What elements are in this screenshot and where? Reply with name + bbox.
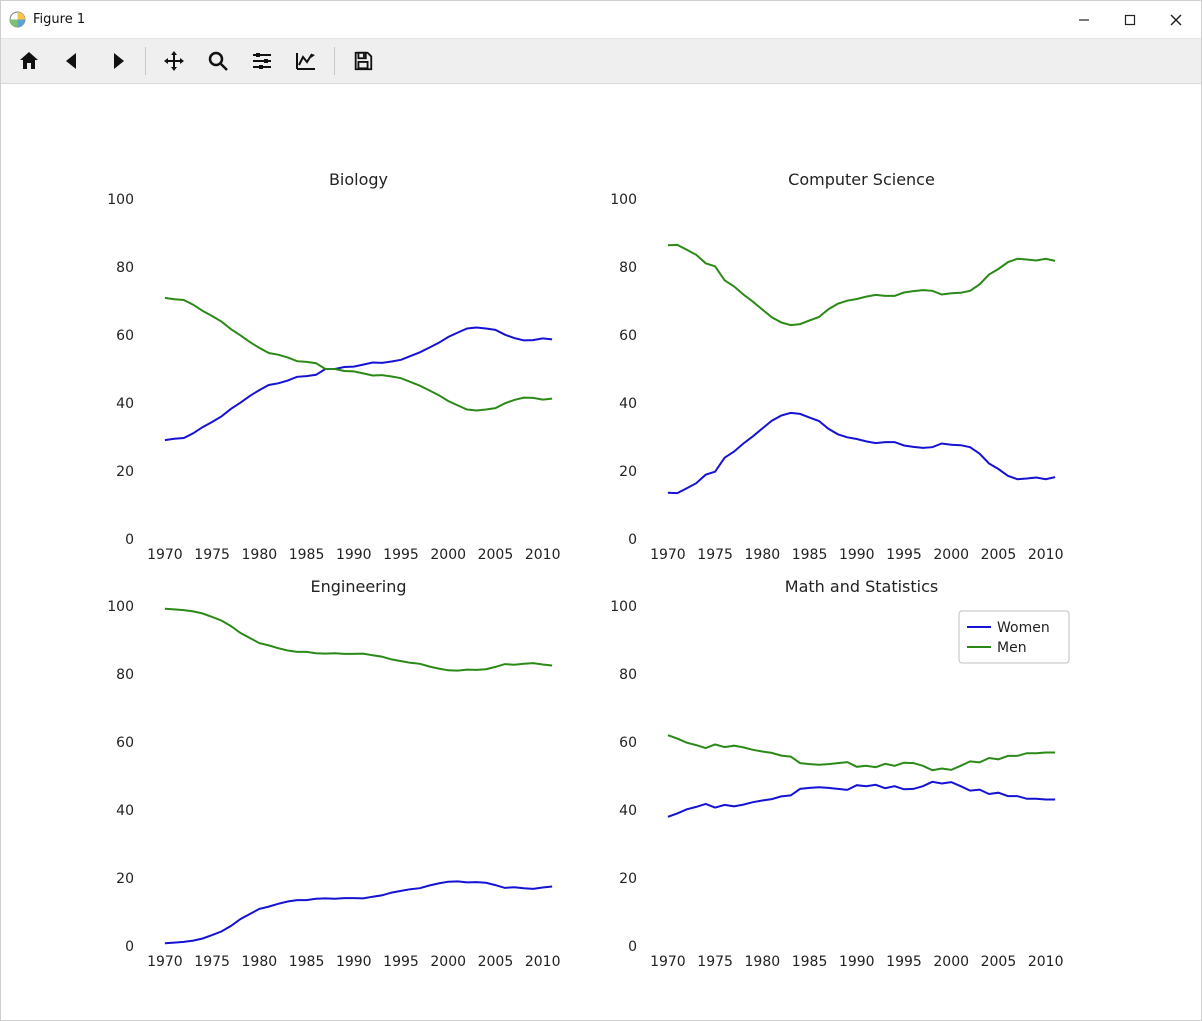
x-tick-label: 1995 bbox=[383, 954, 419, 970]
forward-button[interactable] bbox=[95, 39, 139, 83]
x-tick-label: 2005 bbox=[478, 954, 514, 970]
series-men bbox=[165, 609, 552, 671]
chart-0: Biology 1970 1975 1980 1985 1990 1995 2000 2005 2… bbox=[107, 170, 560, 563]
x-tick-label: 2005 bbox=[478, 547, 514, 563]
series-women bbox=[165, 328, 552, 441]
zoom-button[interactable] bbox=[196, 39, 240, 83]
y-tick-label: 40 bbox=[619, 803, 637, 819]
toolbar-separator bbox=[145, 47, 146, 75]
y-tick-label: 100 bbox=[107, 599, 134, 615]
y-tick-label: 20 bbox=[619, 871, 637, 887]
y-tick-label: 0 bbox=[628, 532, 637, 548]
window-close-button[interactable] bbox=[1153, 1, 1199, 39]
x-tick-label: 1980 bbox=[242, 954, 278, 970]
x-tick-label: 1980 bbox=[242, 547, 278, 563]
x-tick-label: 1990 bbox=[839, 547, 875, 563]
app-icon bbox=[9, 11, 26, 28]
y-tick-label: 0 bbox=[628, 939, 637, 955]
series-men bbox=[668, 735, 1055, 770]
x-tick-label: 1975 bbox=[194, 954, 230, 970]
x-tick-label: 2005 bbox=[981, 547, 1017, 563]
x-tick-label: 2010 bbox=[525, 954, 561, 970]
x-tick-label: 2000 bbox=[933, 954, 969, 970]
chart-title: Engineering bbox=[311, 577, 407, 596]
y-tick-label: 100 bbox=[610, 599, 637, 615]
y-tick-label: 20 bbox=[116, 464, 134, 480]
figure-canvas[interactable]: Biology197019751980198519901995200020052… bbox=[1, 84, 1201, 1020]
series-women bbox=[165, 881, 552, 943]
x-tick-label: 2005 bbox=[981, 954, 1017, 970]
y-tick-label: 80 bbox=[116, 667, 134, 683]
chart-title: Biology bbox=[329, 170, 388, 189]
y-tick-label: 100 bbox=[610, 192, 637, 208]
x-tick-label: 2010 bbox=[1028, 547, 1064, 563]
y-tick-label: 100 bbox=[107, 192, 134, 208]
x-tick-label: 1990 bbox=[839, 954, 875, 970]
x-tick-label: 1995 bbox=[383, 547, 419, 563]
x-tick-label: 2000 bbox=[430, 547, 466, 563]
toolbar-separator bbox=[334, 47, 335, 75]
back-button[interactable] bbox=[51, 39, 95, 83]
configure-subplots-button[interactable] bbox=[240, 39, 284, 83]
window-title: Figure 1 bbox=[33, 12, 85, 27]
series-women bbox=[668, 782, 1055, 817]
x-tick-label: 1985 bbox=[792, 547, 828, 563]
y-tick-label: 20 bbox=[619, 464, 637, 480]
y-tick-label: 40 bbox=[619, 396, 637, 412]
x-tick-label: 2000 bbox=[430, 954, 466, 970]
window-maximize-button[interactable] bbox=[1107, 1, 1153, 39]
save-button[interactable] bbox=[341, 39, 385, 83]
legend-label: Women bbox=[997, 620, 1050, 636]
y-tick-label: 60 bbox=[116, 328, 134, 344]
x-tick-label: 1985 bbox=[289, 547, 325, 563]
x-tick-label: 1970 bbox=[650, 547, 686, 563]
y-tick-label: 80 bbox=[619, 260, 637, 276]
y-tick-label: 20 bbox=[116, 871, 134, 887]
x-tick-label: 1975 bbox=[697, 547, 733, 563]
y-tick-label: 0 bbox=[125, 532, 134, 548]
axis-editor-button[interactable] bbox=[284, 39, 328, 83]
x-tick-label: 2010 bbox=[1028, 954, 1064, 970]
chart-2: Engineering 1970 1975 1980 1985 1990 1995 2000 2… bbox=[107, 577, 560, 970]
series-men bbox=[668, 245, 1055, 325]
series-men bbox=[165, 298, 552, 411]
x-tick-label: 1980 bbox=[745, 954, 781, 970]
x-tick-label: 1995 bbox=[886, 547, 922, 563]
chart-1: Computer Science 1970 1975 1980 1985 1990 1995… bbox=[610, 170, 1063, 563]
pan-button[interactable] bbox=[152, 39, 196, 83]
y-tick-label: 60 bbox=[619, 328, 637, 344]
y-tick-label: 0 bbox=[125, 939, 134, 955]
legend-label: Men bbox=[997, 640, 1027, 656]
x-tick-label: 1985 bbox=[792, 954, 828, 970]
chart-title: Computer Science bbox=[788, 170, 935, 189]
series-women bbox=[668, 413, 1055, 493]
window-minimize-button[interactable] bbox=[1061, 1, 1107, 39]
x-tick-label: 1985 bbox=[289, 954, 325, 970]
x-tick-label: 1975 bbox=[194, 547, 230, 563]
legend: Women Men bbox=[959, 611, 1069, 663]
window-titlebar: Figure 1 bbox=[1, 1, 1201, 39]
x-tick-label: 1995 bbox=[886, 954, 922, 970]
x-tick-label: 1990 bbox=[336, 954, 372, 970]
chart-3: Math and Statistics 1970 1975 1980 1985 1990 1… bbox=[610, 577, 1069, 970]
x-tick-label: 2000 bbox=[933, 547, 969, 563]
y-tick-label: 80 bbox=[619, 667, 637, 683]
x-tick-label: 1980 bbox=[745, 547, 781, 563]
x-tick-label: 1975 bbox=[697, 954, 733, 970]
mpl-toolbar bbox=[1, 39, 1201, 84]
chart-title: Math and Statistics bbox=[785, 577, 938, 596]
x-tick-label: 1970 bbox=[147, 954, 183, 970]
y-tick-label: 80 bbox=[116, 260, 134, 276]
y-tick-label: 40 bbox=[116, 396, 134, 412]
y-tick-label: 60 bbox=[116, 735, 134, 751]
home-button[interactable] bbox=[7, 39, 51, 83]
y-tick-label: 40 bbox=[116, 803, 134, 819]
x-tick-label: 1970 bbox=[147, 547, 183, 563]
x-tick-label: 1990 bbox=[336, 547, 372, 563]
x-tick-label: 1970 bbox=[650, 954, 686, 970]
x-tick-label: 2010 bbox=[525, 547, 561, 563]
y-tick-label: 60 bbox=[619, 735, 637, 751]
